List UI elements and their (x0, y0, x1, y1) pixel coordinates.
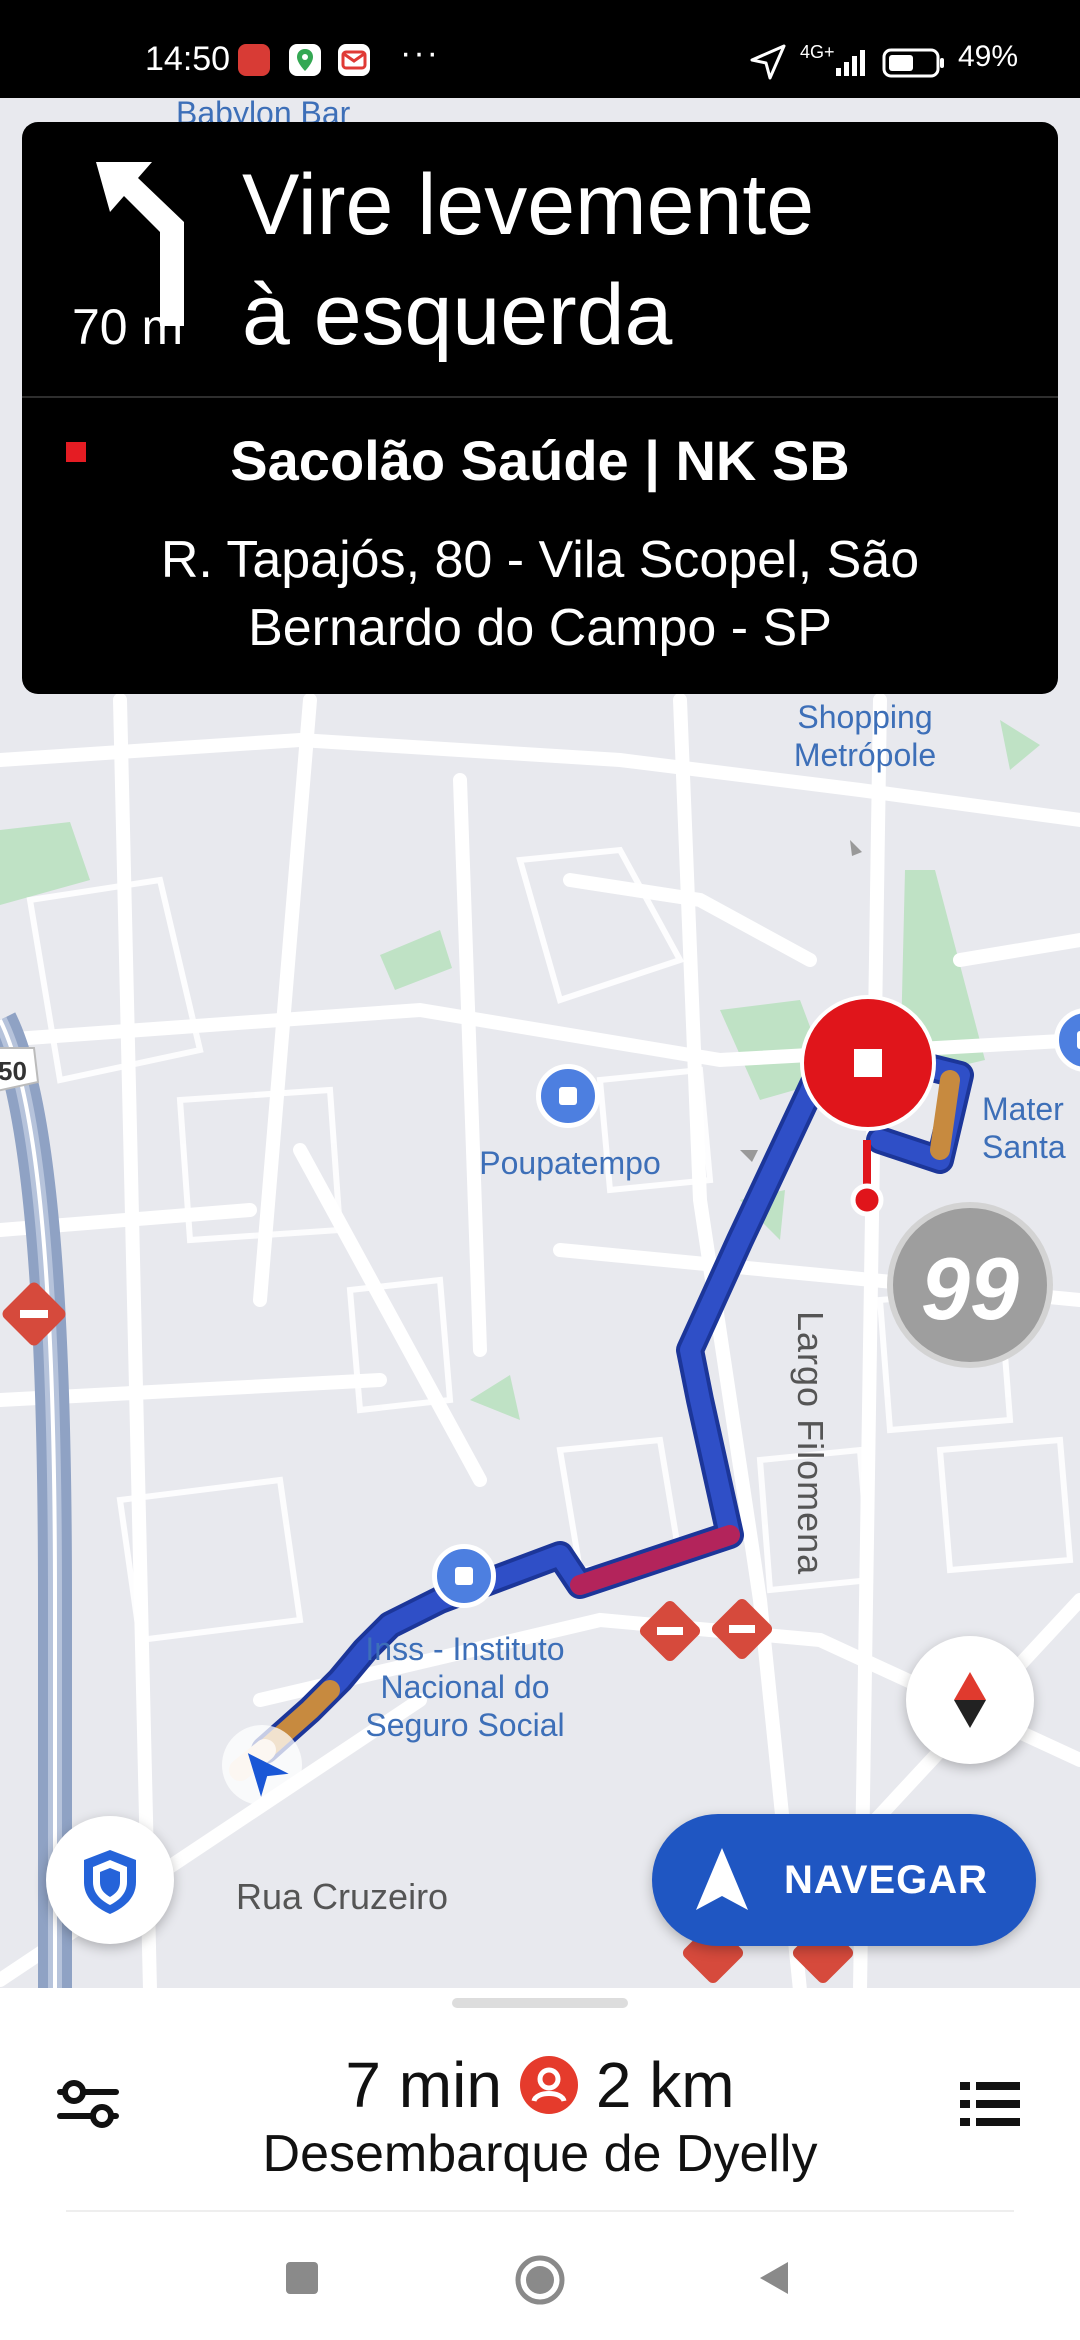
battery-icon (882, 48, 946, 83)
navigation-arrow-icon (696, 1848, 748, 1910)
destination-name: Sacolão Saúde | NK SB (230, 429, 850, 492)
status-time: 14:50 (145, 40, 231, 78)
trip-distance: 2 km (595, 2049, 735, 2121)
destination-address-line1: R. Tapajós, 80 - Vila Scopel, São (160, 531, 920, 589)
map-label-mater-line2: Santa (982, 1129, 1066, 1165)
turn-instruction-card[interactable]: 70 m Vire levemente à esquerda Sacolão S… (22, 122, 1058, 694)
trip-eta: 7 min (345, 2049, 502, 2121)
compass-button[interactable] (906, 1636, 1034, 1764)
poupatempo-poi-icon[interactable] (536, 1064, 600, 1128)
card-divider (22, 396, 1058, 398)
status-more: ··· (400, 34, 440, 72)
maps-notification-icon (289, 44, 321, 76)
badge-99[interactable]: 99 (904, 1238, 1036, 1340)
trip-subtitle: Desembarque de Dyelly (262, 2125, 818, 2183)
rider-icon (519, 2056, 578, 2114)
turn-instruction: Vire levemente à esquerda (242, 150, 814, 370)
compass-icon (954, 1672, 986, 1728)
signal-icon (820, 46, 872, 83)
inss-poi-icon[interactable] (432, 1544, 496, 1608)
safety-button[interactable] (46, 1816, 174, 1944)
destination-address: R. Tapajós, 80 - Vila Scopel, São Bernar… (102, 526, 978, 662)
turn-instruction-line1: Vire levemente (242, 157, 815, 253)
map-label-inss-line3: Seguro Social (365, 1707, 565, 1743)
map-label-largo-filomena: Largo Filomena (790, 1311, 831, 1576)
square-icon (286, 2262, 318, 2294)
map-label-inss: Inss - Instituto Nacional do Seguro Soci… (330, 1630, 600, 1744)
map-label-inss-line1: Inss - Instituto (365, 1631, 565, 1667)
navigate-button[interactable]: NAVEGAR (652, 1814, 1036, 1946)
map-label-shopping-line2: Metrópole (793, 737, 937, 773)
trip-eta-row: 7 min 2 km (0, 2048, 1080, 2122)
map-label-mater-line1: Mater (982, 1091, 1064, 1127)
map-label-mater: Mater Santa (982, 1090, 1066, 1166)
map-label-inss-line2: Nacional do (380, 1669, 550, 1705)
mail-notification-icon (338, 44, 370, 76)
trip-summary-panel[interactable]: 7 min 2 km Desembarque de Dyelly (0, 1988, 1080, 2340)
drag-handle[interactable] (452, 1998, 628, 2008)
app-notification-icon (238, 44, 270, 76)
status-bar: 14:50 ··· 4G+ 49% (0, 0, 1080, 98)
home-button[interactable] (514, 2254, 566, 2311)
map-label-poupatempo: Poupatempo (479, 1145, 661, 1181)
directions-list-button[interactable] (954, 2068, 1026, 2140)
recent-apps-button[interactable] (284, 2260, 320, 2301)
map-label-shopping: Shopping Metrópole (770, 698, 960, 774)
list-icon (960, 2082, 1020, 2126)
back-triangle-icon (760, 2262, 788, 2294)
map-label-shopping-line1: Shopping (797, 699, 933, 735)
turn-distance: 70 m (72, 299, 184, 355)
navigate-button-label: NAVEGAR (784, 1858, 989, 1902)
battery-level: 49% (958, 40, 1019, 73)
location-arrow-icon (748, 44, 788, 85)
circle-home-icon (515, 2255, 565, 2305)
destination-address-line2: Bernardo do Campo - SP (248, 599, 832, 657)
map-label-rua-cruzeiro: Rua Cruzeiro (236, 1876, 449, 1917)
panel-divider (66, 2210, 1014, 2212)
shield-icon (84, 1850, 136, 1914)
highway-shield-number: 50 (0, 1056, 27, 1086)
turn-instruction-line2: à esquerda (242, 267, 673, 363)
back-button[interactable] (754, 2258, 794, 2303)
